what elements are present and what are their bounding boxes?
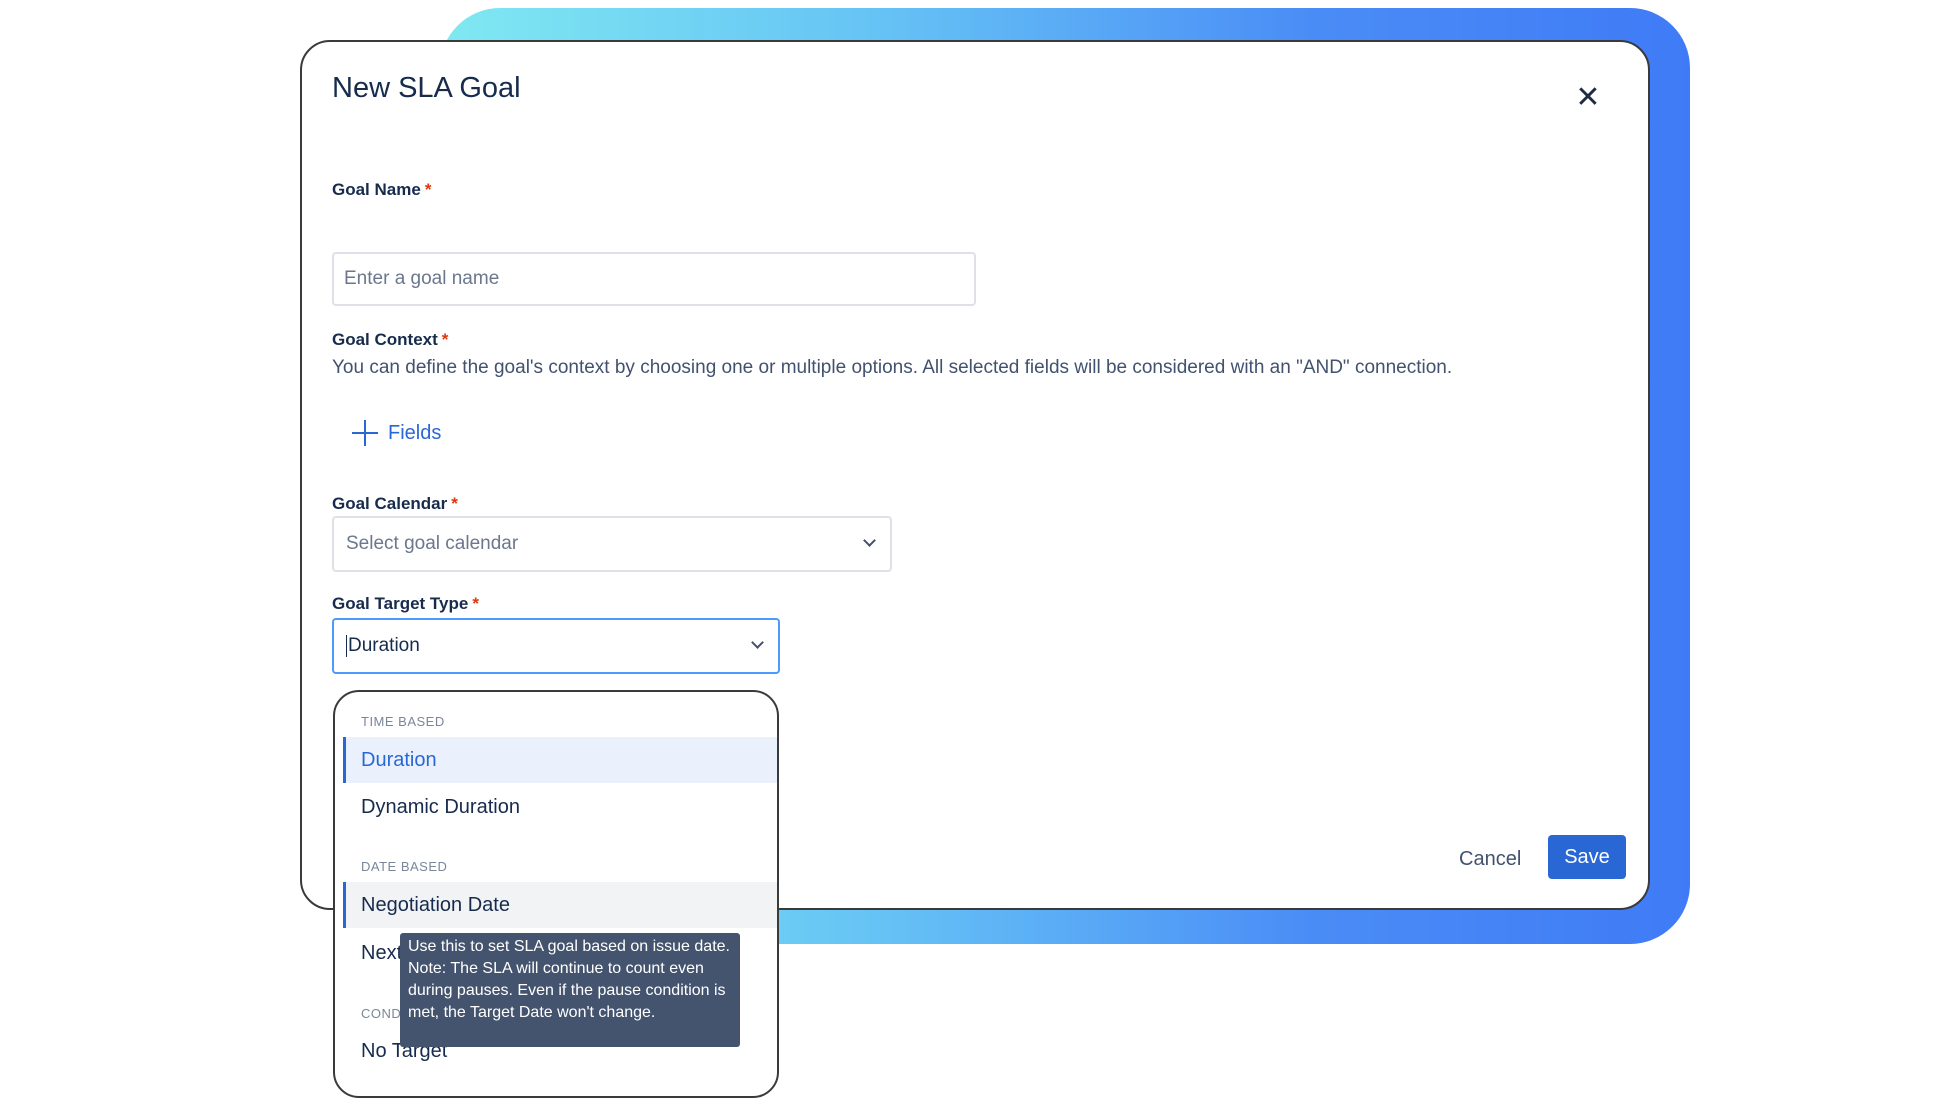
negotiation-date-tooltip: Use this to set SLA goal based on issue … xyxy=(400,933,740,1047)
required-marker: * xyxy=(451,494,458,513)
option-negotiation-date[interactable]: Negotiation Date xyxy=(343,882,777,928)
save-button[interactable]: Save xyxy=(1548,835,1626,879)
goal-context-label: Goal Context * xyxy=(332,330,448,350)
group-heading-time-based: TIME BASED xyxy=(361,714,445,729)
plus-icon xyxy=(352,420,378,446)
goal-target-type-value: Duration xyxy=(348,635,420,656)
goal-name-label-text: Goal Name xyxy=(332,180,421,199)
required-marker: * xyxy=(424,180,432,199)
goal-name-input[interactable] xyxy=(332,252,976,306)
close-button[interactable]: ✕ xyxy=(1570,80,1606,116)
goal-context-description: You can define the goal's context by cho… xyxy=(332,357,1453,378)
goal-calendar-label: Goal Calendar * xyxy=(332,494,458,514)
goal-target-type-select[interactable]: Duration xyxy=(332,618,780,674)
group-heading-cond: COND xyxy=(361,1006,402,1021)
goal-target-type-label: Goal Target Type * xyxy=(332,594,479,614)
required-marker: * xyxy=(472,594,479,613)
goal-context-label-text: Goal Context xyxy=(332,330,438,349)
cancel-button[interactable]: Cancel xyxy=(1445,837,1535,881)
goal-calendar-label-text: Goal Calendar xyxy=(332,494,448,513)
text-caret xyxy=(346,634,347,657)
group-heading-date-based: DATE BASED xyxy=(361,859,448,874)
goal-calendar-select[interactable]: Select goal calendar xyxy=(332,516,892,572)
modal-title: New SLA Goal xyxy=(332,72,521,104)
goal-target-type-label-text: Goal Target Type xyxy=(332,594,469,613)
goal-name-label: Goal Name * xyxy=(332,180,431,200)
goal-calendar-placeholder: Select goal calendar xyxy=(346,533,519,554)
add-fields-label: Fields xyxy=(388,421,442,444)
add-fields-button[interactable]: Fields xyxy=(352,420,441,446)
goal-target-type-value-wrap: Duration xyxy=(346,634,420,657)
close-icon: ✕ xyxy=(1575,81,1601,114)
required-marker: * xyxy=(441,330,449,349)
option-dynamic-duration[interactable]: Dynamic Duration xyxy=(343,784,777,830)
option-duration[interactable]: Duration xyxy=(343,737,777,783)
chevron-down-icon xyxy=(752,640,764,652)
chevron-down-icon xyxy=(864,538,876,550)
